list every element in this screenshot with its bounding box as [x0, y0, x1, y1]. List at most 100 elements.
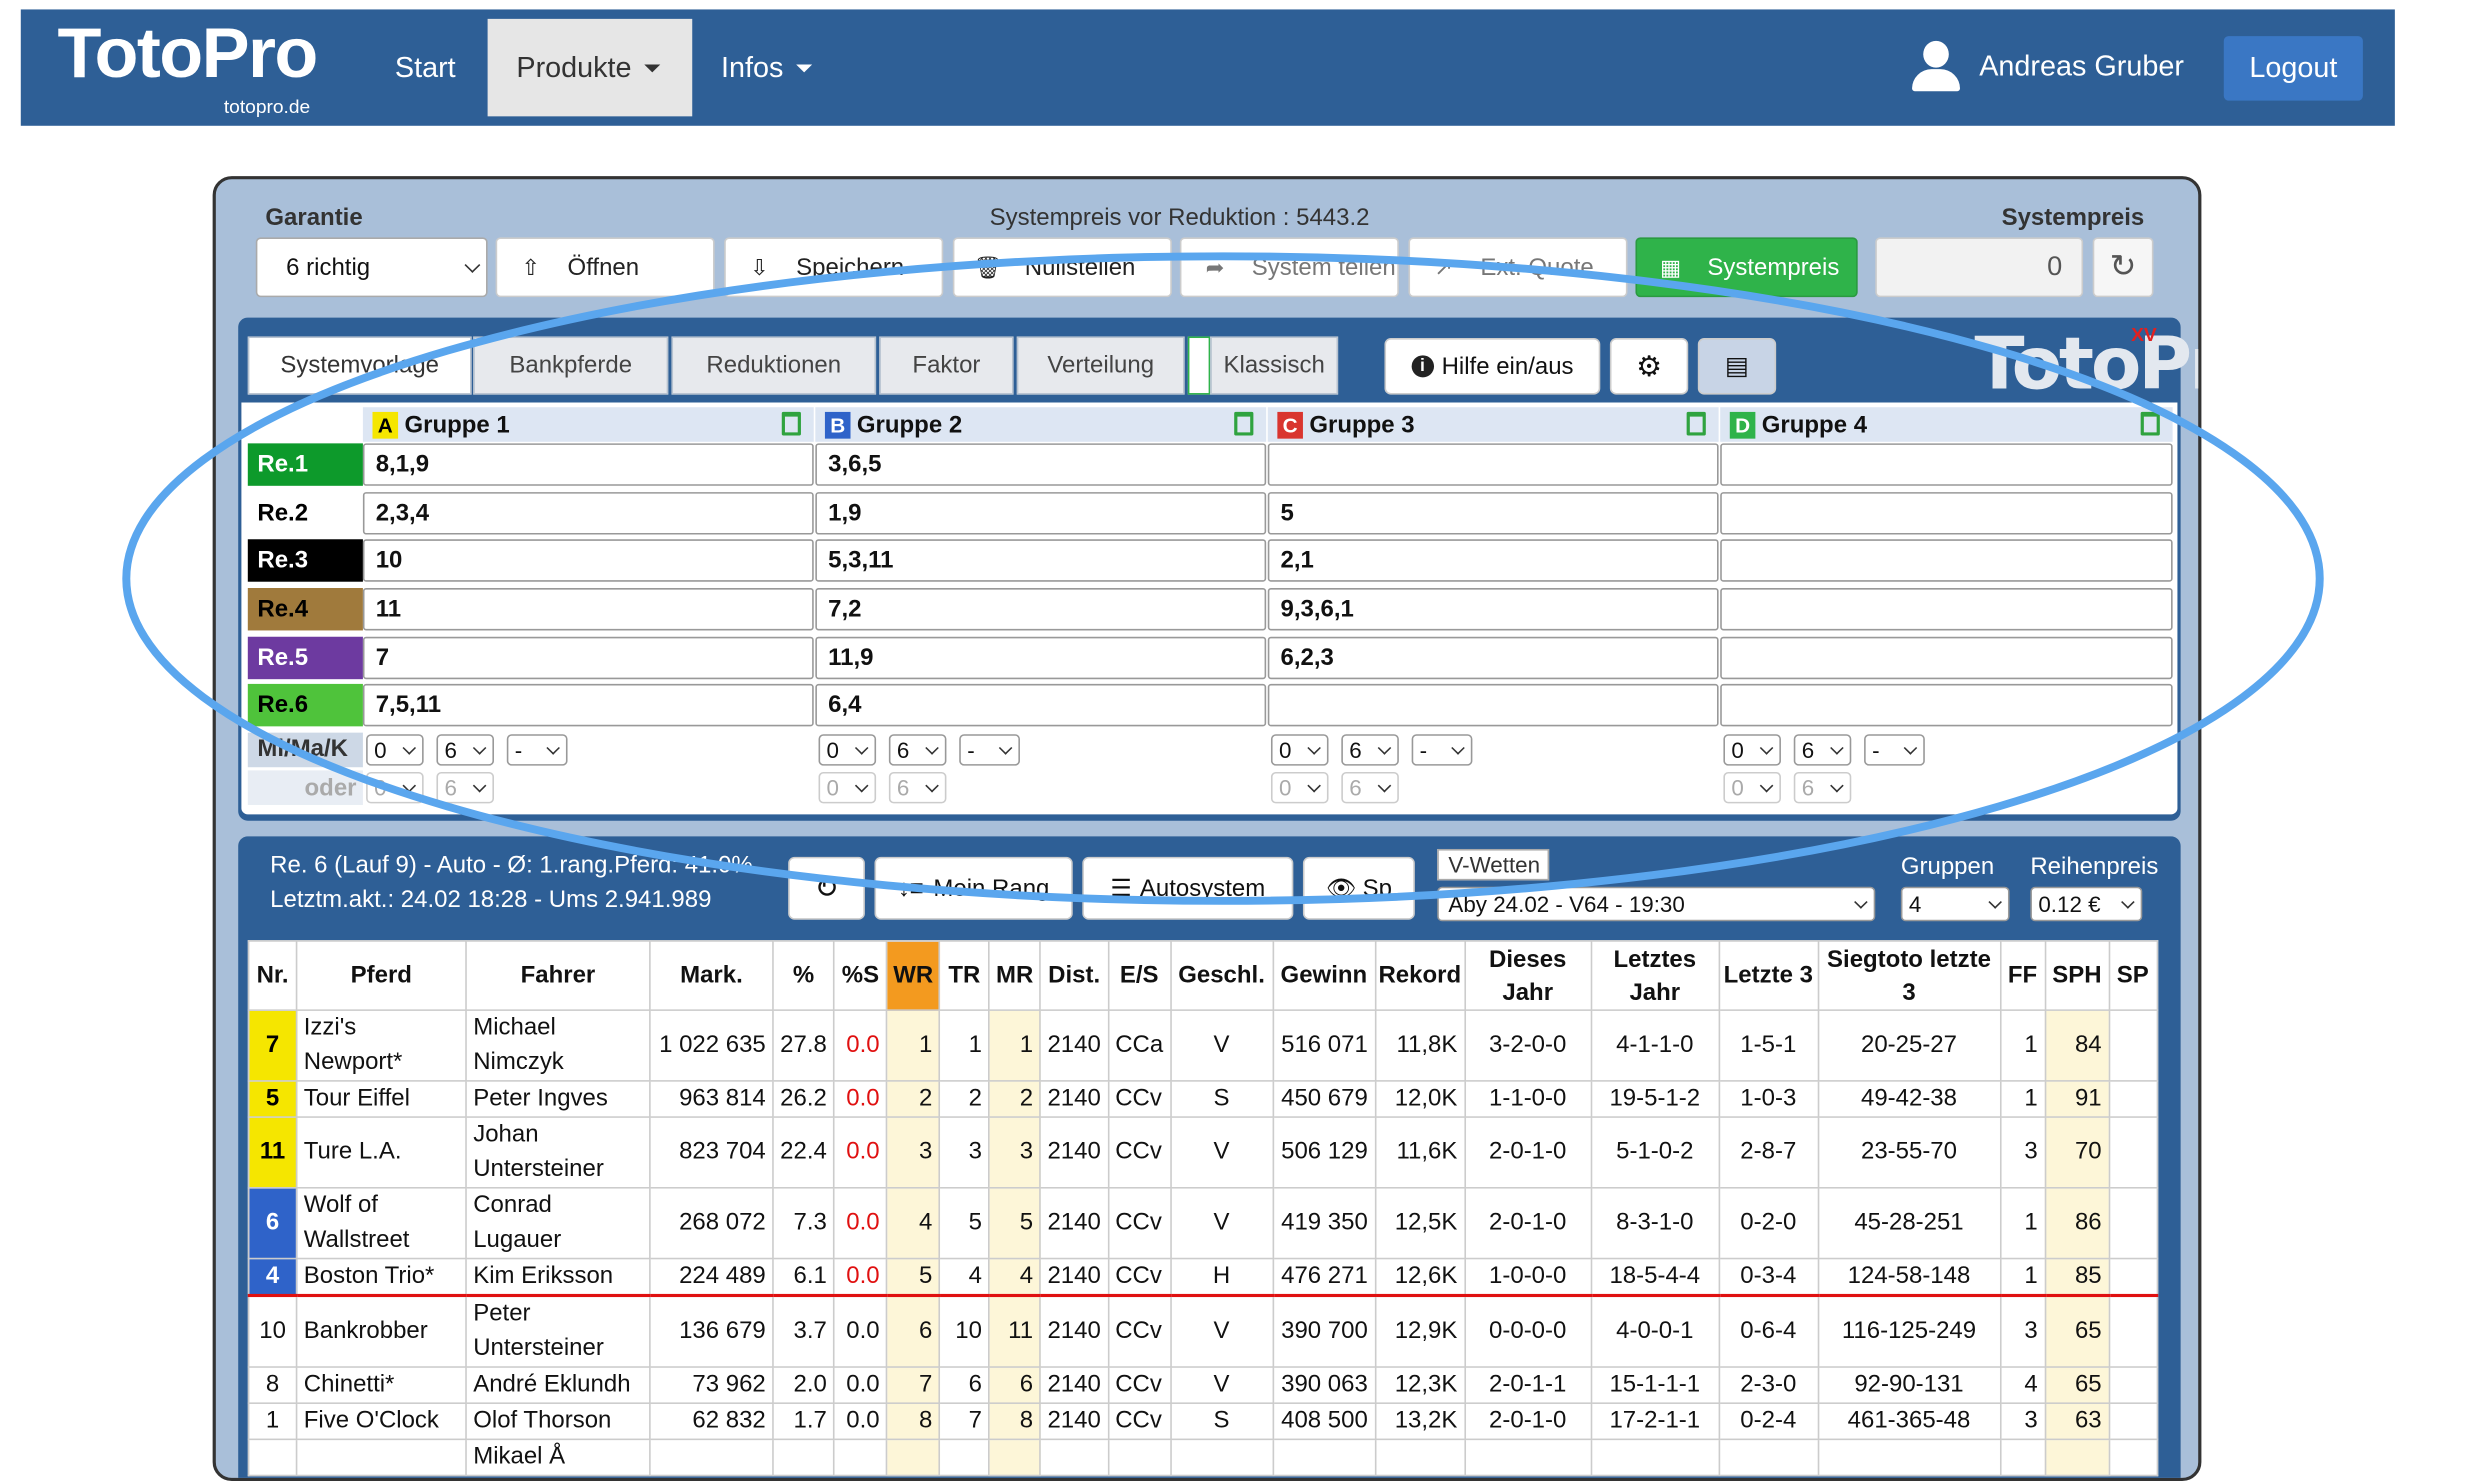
col-geschl[interactable]: Geschl.: [1169, 940, 1274, 1011]
col-wr[interactable]: WR: [886, 940, 941, 1011]
group-cell[interactable]: 10: [362, 539, 814, 582]
col-gewinn[interactable]: Gewinn: [1271, 940, 1376, 1011]
ext-quote-button[interactable]: ↗ Ext. Quote: [1408, 237, 1628, 298]
group-cell[interactable]: 6,2,3: [1267, 636, 1719, 680]
table-row[interactable]: 11 Ture L.A. Johan Untersteiner 823 704 22.4…: [247, 1116, 2158, 1189]
trash-icon[interactable]: [2140, 411, 2160, 436]
min-select[interactable]: 0: [366, 734, 424, 766]
refresh-icon[interactable]: ↻: [2092, 237, 2154, 298]
col-sp[interactable]: SP: [2108, 940, 2158, 1011]
nav-produkte[interactable]: Produkte: [487, 18, 693, 117]
group-cell[interactable]: 5: [1267, 492, 1719, 535]
help-toggle-button[interactable]: i Hilfe ein/aus: [1384, 338, 1601, 395]
col-mr[interactable]: MR: [988, 940, 1042, 1011]
group-cell[interactable]: 7,5,11: [362, 683, 814, 727]
col-dieses-jahr[interactable]: Dieses Jahr: [1463, 940, 1592, 1011]
group-cell[interactable]: 11: [362, 588, 814, 631]
k-select[interactable]: -: [1411, 734, 1473, 766]
group-cell[interactable]: 11,9: [815, 636, 1267, 680]
col-dist[interactable]: Dist.: [1039, 940, 1109, 1011]
tab-verteilung[interactable]: Verteilung: [1016, 336, 1185, 395]
klassisch-toggle[interactable]: [1187, 336, 1211, 395]
group-cell[interactable]: 6,4: [815, 683, 1267, 727]
col-mark[interactable]: Mark.: [649, 940, 774, 1011]
garantie-select[interactable]: 6 richtig: [255, 237, 488, 298]
mein-rang-button[interactable]: ↓≡ Mein Rang: [874, 856, 1073, 920]
vwetten-select[interactable]: Åby 24.02 - V64 - 19:30: [1437, 886, 1876, 922]
settings-button[interactable]: ⚙: [1609, 338, 1689, 395]
group-cell[interactable]: [1720, 492, 2173, 535]
open-button[interactable]: ⇧ Öffnen: [495, 237, 715, 298]
max-select[interactable]: 6: [436, 734, 494, 766]
col-tr[interactable]: TR: [938, 940, 990, 1011]
col-fahrer[interactable]: Fahrer: [465, 940, 651, 1011]
max-select[interactable]: 6: [1341, 734, 1399, 766]
table-row[interactable]: 7 Izzi's Newport* Michael Nimczyk 1 022 635…: [247, 1009, 2158, 1082]
col-letzte-3[interactable]: Letzte 3: [1717, 940, 1819, 1011]
nav-start[interactable]: Start: [366, 19, 484, 116]
col-rekord[interactable]: Rekord: [1374, 940, 1466, 1011]
oder-max-select[interactable]: 6: [1341, 771, 1399, 804]
col-ff[interactable]: FF: [1999, 940, 2046, 1011]
systempreis-field[interactable]: 0: [1875, 237, 2084, 298]
col-es[interactable]: E/S: [1107, 940, 1172, 1011]
min-select[interactable]: 0: [818, 734, 877, 766]
autosystem-button[interactable]: ☰ Autosystem: [1082, 856, 1294, 920]
group-cell[interactable]: [1720, 539, 2173, 582]
group-cell[interactable]: 2,3,4: [362, 492, 814, 535]
nav-infos[interactable]: Infos: [692, 19, 841, 116]
table-row[interactable]: 10 Bankrobber Peter Untersteiner 136 679 3.7…: [247, 1294, 2158, 1368]
trash-icon[interactable]: [781, 411, 801, 436]
oder-max-select[interactable]: 6: [1793, 771, 1852, 804]
sp-button[interactable]: 👁 Sp: [1302, 856, 1415, 920]
trash-icon[interactable]: [1234, 411, 1254, 436]
max-select[interactable]: 6: [888, 734, 947, 766]
group-cell[interactable]: 3,6,5: [815, 443, 1267, 486]
gruppen-select[interactable]: 4: [1900, 886, 2010, 922]
group-cell[interactable]: [1267, 443, 1719, 486]
group-cell[interactable]: 7,2: [815, 588, 1267, 631]
oder-min-select[interactable]: 0: [818, 771, 877, 804]
group-cell[interactable]: [1720, 636, 2173, 680]
table-row[interactable]: 8 Chinetti* André Eklundh 73 962 2.0 0.0 7 6 6 21…: [247, 1366, 2158, 1404]
max-select[interactable]: 6: [1793, 734, 1852, 766]
col-pferd[interactable]: Pferd: [295, 940, 467, 1011]
save-button[interactable]: ⇩ Speichern: [724, 237, 944, 298]
group-cell[interactable]: [1720, 683, 2173, 727]
col-pct[interactable]: %: [772, 940, 835, 1011]
col-siegtoto[interactable]: Siegtoto letzte 3: [1817, 940, 2001, 1011]
col-letztes-jahr[interactable]: Letztes Jahr: [1590, 940, 1720, 1011]
table-row[interactable]: 5 Tour Eiffel Peter Ingves 963 814 26.2 0.0 2 2…: [247, 1080, 2158, 1118]
tab-faktor[interactable]: Faktor: [879, 336, 1014, 395]
systempreis-button[interactable]: ▦ Systempreis: [1635, 237, 1858, 298]
group-cell[interactable]: 8,1,9: [362, 443, 814, 486]
k-select[interactable]: -: [959, 734, 1020, 766]
group-cell[interactable]: [1720, 588, 2173, 631]
refresh-icon[interactable]: ↻: [788, 856, 865, 920]
brand-logo[interactable]: TotoPro: [58, 13, 319, 95]
trash-icon[interactable]: [1686, 411, 1706, 436]
group-cell[interactable]: [1267, 683, 1719, 727]
oder-min-select[interactable]: 0: [1723, 771, 1781, 804]
share-system-button[interactable]: ➦ System teilen: [1179, 237, 1399, 298]
col-sph[interactable]: SPH: [2044, 940, 2110, 1011]
group-cell[interactable]: 1,9: [815, 492, 1267, 535]
k-select[interactable]: -: [506, 734, 568, 766]
group-cell[interactable]: 7: [362, 636, 814, 680]
table-row[interactable]: 1 Five O'Clock Olof Thorson 62 832 1.7 0.0 8 7 8…: [247, 1402, 2158, 1441]
oder-max-select[interactable]: 6: [888, 771, 947, 804]
print-button[interactable]: ▤: [1697, 338, 1777, 395]
tab-reduktionen[interactable]: Reduktionen: [671, 336, 877, 395]
tab-systemvorlage[interactable]: Systemvorlage: [247, 336, 472, 395]
oder-min-select[interactable]: 0: [366, 771, 424, 804]
oder-min-select[interactable]: 0: [1270, 771, 1329, 804]
group-cell[interactable]: [1720, 443, 2173, 486]
reihenpreis-select[interactable]: 0.12 €: [2030, 886, 2143, 922]
min-select[interactable]: 0: [1270, 734, 1329, 766]
group-cell[interactable]: 5,3,11: [815, 539, 1267, 582]
table-row[interactable]: Mikael Å: [247, 1438, 2158, 1477]
table-row[interactable]: 4 Boston Trio* Kim Eriksson 224 489 6.1 0.0 5 4…: [247, 1257, 2158, 1298]
group-cell[interactable]: 9,3,6,1: [1267, 588, 1719, 631]
tab-bankpferde[interactable]: Bankpferde: [473, 336, 669, 395]
col-nr[interactable]: Nr.: [247, 940, 298, 1011]
